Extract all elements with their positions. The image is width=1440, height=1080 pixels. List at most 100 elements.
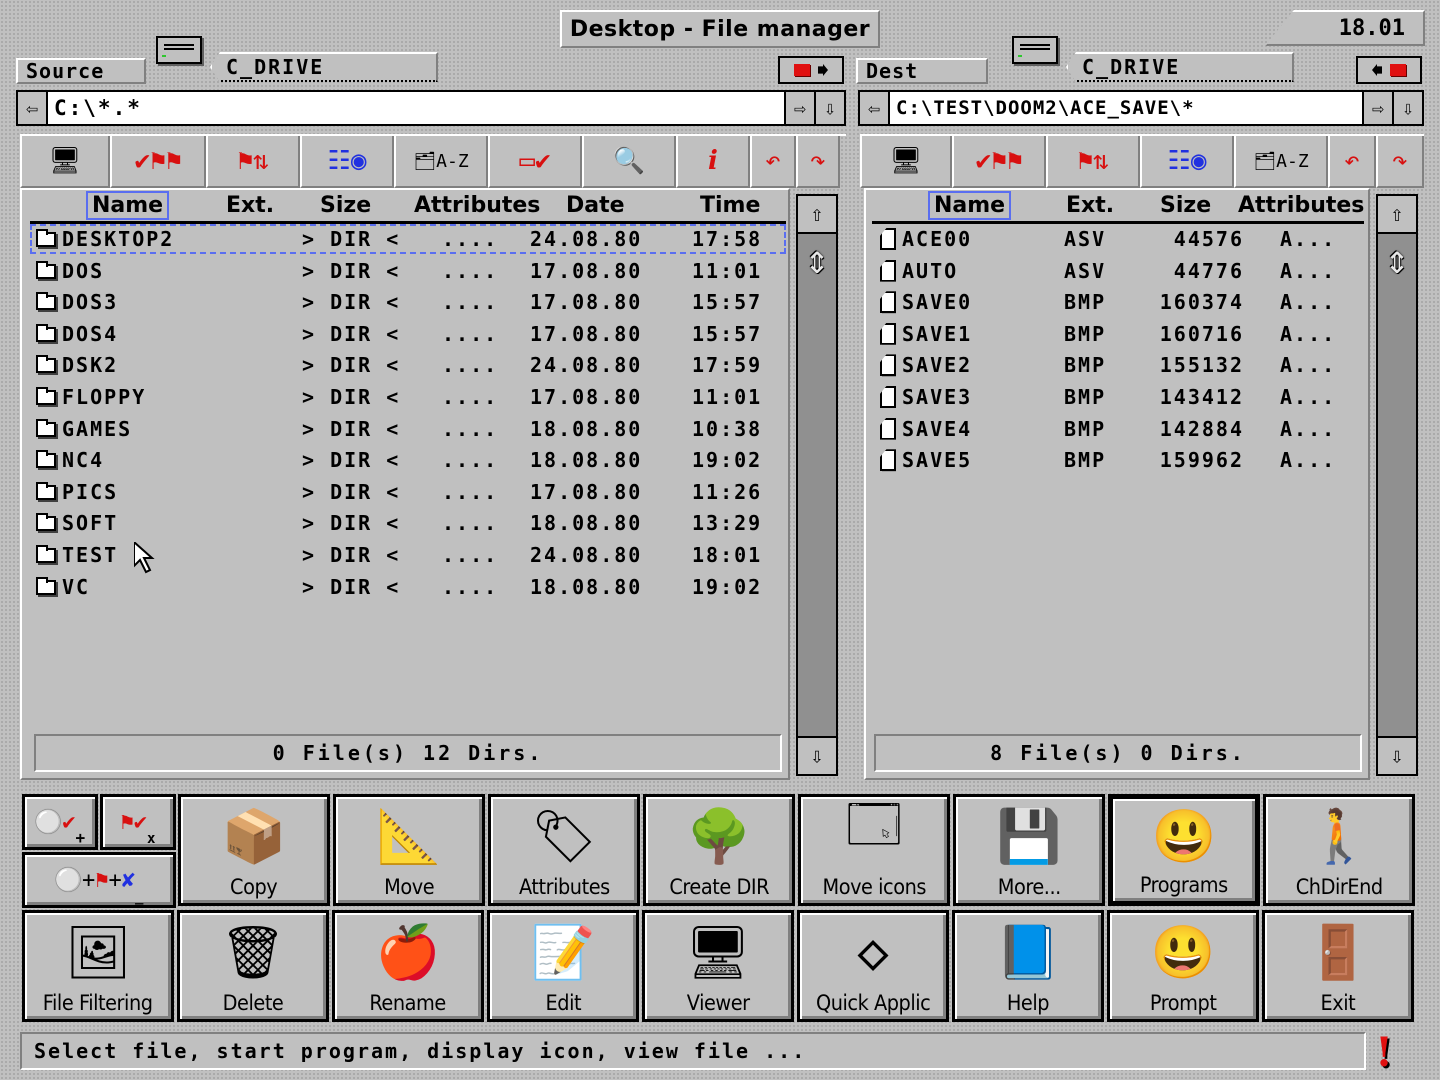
scroll-thumb[interactable]: ⇕ <box>1380 236 1414 284</box>
exit-button[interactable]: 🚪 Exit <box>1262 910 1414 1022</box>
list-item[interactable]: SAVE1 BMP 160716 A... <box>872 319 1364 349</box>
scroll-up-button[interactable]: ⇧ <box>1378 196 1416 234</box>
programs-label: Programs <box>1140 873 1228 897</box>
drive-select-button[interactable]: 🖥 <box>860 136 952 188</box>
move-icons-button[interactable]: 🗔 Move icons <box>798 794 950 906</box>
tree-button[interactable]: ☷◉ <box>300 136 394 188</box>
copy-button[interactable]: 📦 Copy <box>178 794 330 906</box>
drive-icon[interactable] <box>156 36 202 64</box>
redo-button[interactable]: ↷ <box>796 136 840 188</box>
source-path-input[interactable]: C:\*.* <box>48 92 784 124</box>
list-item[interactable]: SAVE0 BMP 160374 A... <box>872 287 1364 317</box>
help-button[interactable]: 📘 Help <box>952 910 1104 1022</box>
programs-button[interactable]: 😃 Programs <box>1108 794 1260 906</box>
list-item[interactable]: ACE00 ASV 44576 A... <box>872 224 1364 254</box>
drive-select-icon: 🖥 <box>48 146 82 176</box>
column-ext-header[interactable]: Ext. <box>226 193 274 218</box>
edit-button[interactable]: 📝 Edit <box>487 910 639 1022</box>
history-forward-button[interactable]: ⇨ <box>784 92 814 124</box>
list-item[interactable]: DOS3 > DIR <.... 17.08.80 15:57 <box>30 287 786 317</box>
history-back-button[interactable]: ⇦ <box>18 92 48 124</box>
file-icon <box>880 354 896 377</box>
source-drive-selector[interactable]: C_DRIVE <box>210 52 438 82</box>
attributes-button[interactable]: 🏷 Attributes <box>488 794 640 906</box>
list-item[interactable]: DSK2 > DIR <.... 24.08.80 17:59 <box>30 350 786 380</box>
create-dir-button[interactable]: 🌳 Create DIR <box>643 794 795 906</box>
list-item[interactable]: FLOPPY > DIR <.... 17.08.80 11:01 <box>30 382 786 412</box>
source-file-list[interactable]: Name Ext. Size Attributes Date Time DESK… <box>20 188 790 780</box>
more-button[interactable]: 💾 More... <box>953 794 1105 906</box>
viewer-button[interactable]: 🖥 Viewer <box>642 910 794 1022</box>
quick-applic-button[interactable]: ◇ Quick Applic <box>797 910 949 1022</box>
column-size-header[interactable]: Size <box>1160 193 1211 218</box>
dest-scrollbar[interactable]: ⇧ ⇕ ⇩ <box>1376 194 1418 776</box>
chdirend-button[interactable]: 🚶 ChDirEnd <box>1263 794 1415 906</box>
list-item[interactable]: AUTO ASV 44776 A... <box>872 256 1364 286</box>
move-button[interactable]: 📐 Move <box>333 794 485 906</box>
scroll-up-button[interactable]: ⇧ <box>798 196 836 234</box>
history-dropdown-button[interactable]: ⇩ <box>1392 92 1422 124</box>
dest-path-input[interactable]: C:\TEST\DOOM2\ACE_SAVE\* <box>890 92 1362 124</box>
drive-select-button[interactable]: 🖥 <box>20 136 110 188</box>
column-size-header[interactable]: Size <box>320 193 371 218</box>
copy-direction-button-dest[interactable] <box>1356 56 1422 84</box>
history-forward-button[interactable]: ⇨ <box>1362 92 1392 124</box>
folder-icon <box>36 292 56 311</box>
sort-az-button[interactable]: 🗂A-Z <box>1234 136 1328 188</box>
compare-dirs-button[interactable]: ⚑⇅ <box>206 136 300 188</box>
rename-button[interactable]: 🍎 Rename <box>332 910 484 1022</box>
file-attributes: .... <box>442 290 499 315</box>
history-dropdown-button[interactable]: ⇩ <box>814 92 844 124</box>
list-item[interactable]: SAVE4 BMP 142884 A... <box>872 414 1364 444</box>
file-name: DOS3 <box>62 290 119 315</box>
undo-button[interactable]: ↶ <box>1328 136 1376 188</box>
select-check-button[interactable]: ▭✔ <box>488 136 582 188</box>
copy-direction-button[interactable] <box>778 56 844 84</box>
sort-az-button[interactable]: 🗂A-Z <box>394 136 488 188</box>
history-back-button[interactable]: ⇦ <box>860 92 890 124</box>
list-item[interactable]: DOS > DIR <.... 17.08.80 11:01 <box>30 256 786 286</box>
scroll-down-button[interactable]: ⇩ <box>798 736 836 774</box>
column-attributes-header[interactable]: Attributes <box>414 193 540 218</box>
column-name-header[interactable]: Name <box>928 191 1012 220</box>
tree-button[interactable]: ☷◉ <box>1140 136 1234 188</box>
column-date-header[interactable]: Date <box>566 193 625 218</box>
dest-drive-selector[interactable]: C_DRIVE <box>1066 52 1294 82</box>
info-button[interactable]: i <box>676 136 750 188</box>
column-time-header[interactable]: Time <box>700 193 760 218</box>
delete-button[interactable]: 🗑 Delete <box>177 910 329 1022</box>
invert-selection-button[interactable]: ⚪+⚑+✘ _ <box>22 852 176 908</box>
select-all-button[interactable]: ✔⚑⚑ <box>110 136 206 188</box>
undo-button[interactable]: ↶ <box>750 136 796 188</box>
list-item[interactable]: NC4 > DIR <.... 18.08.80 19:02 <box>30 445 786 475</box>
chdirend-icon: 🚶 <box>1306 806 1372 867</box>
compare-dirs-button[interactable]: ⚑⇅ <box>1046 136 1140 188</box>
source-scrollbar[interactable]: ⇧ ⇕ ⇩ <box>796 194 838 776</box>
column-ext-header[interactable]: Ext. <box>1066 193 1114 218</box>
list-item[interactable]: GAMES > DIR <.... 18.08.80 10:38 <box>30 414 786 444</box>
unselect-files-button[interactable]: ⚑✔ x <box>100 794 176 850</box>
alert-icon[interactable]: ! <box>1372 1029 1396 1076</box>
list-item[interactable]: DESKTOP2 > DIR <.... 24.08.80 17:58 <box>30 224 786 254</box>
select-all-button[interactable]: ✔⚑⚑ <box>952 136 1046 188</box>
prompt-button[interactable]: 😃 Prompt <box>1107 910 1259 1022</box>
file-filtering-button[interactable]: 🖼 File Filtering <box>22 910 174 1022</box>
column-name-header[interactable]: Name <box>86 191 170 220</box>
dest-file-list[interactable]: Name Ext. Size Attributes ACE00 ASV 44576 A… <box>864 188 1370 780</box>
file-attributes: .... <box>442 511 499 536</box>
list-item[interactable]: SAVE3 BMP 143412 A... <box>872 382 1364 412</box>
list-item[interactable]: SAVE5 BMP 159962 A... <box>872 445 1364 475</box>
list-item[interactable]: SOFT > DIR <.... 18.08.80 13:29 <box>30 508 786 538</box>
list-item[interactable]: PICS > DIR <.... 17.08.80 11:26 <box>30 477 786 507</box>
select-files-button[interactable]: ⚪✔ + <box>22 794 98 850</box>
drive-icon[interactable] <box>1012 36 1058 64</box>
redo-icon: ↷ <box>1392 146 1408 176</box>
find-button[interactable]: 🔍 <box>582 136 676 188</box>
column-attributes-header[interactable]: Attributes <box>1238 193 1364 218</box>
redo-button[interactable]: ↷ <box>1376 136 1424 188</box>
folder-icon <box>36 355 56 374</box>
scroll-thumb[interactable]: ⇕ <box>800 236 834 284</box>
list-item[interactable]: SAVE2 BMP 155132 A... <box>872 350 1364 380</box>
list-item[interactable]: DOS4 > DIR <.... 17.08.80 15:57 <box>30 319 786 349</box>
scroll-down-button[interactable]: ⇩ <box>1378 736 1416 774</box>
